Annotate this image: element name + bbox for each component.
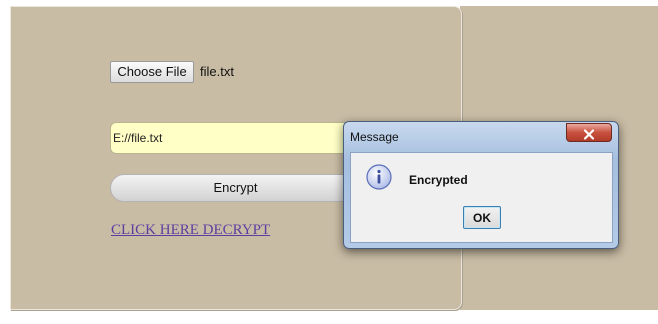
close-button[interactable] xyxy=(566,123,612,142)
ok-button[interactable]: OK xyxy=(463,206,501,229)
decrypt-link[interactable]: CLICK HERE DECRYPT xyxy=(111,221,270,239)
info-icon xyxy=(366,164,392,190)
page: Choose File file.txt Encrypt CLICK HERE … xyxy=(0,0,658,324)
selected-file-name: file.txt xyxy=(200,64,234,79)
choose-file-button[interactable]: Choose File xyxy=(110,61,194,83)
close-icon xyxy=(583,128,595,140)
dialog-body: Encrypted OK xyxy=(350,152,613,243)
file-path-input[interactable] xyxy=(110,122,360,154)
encrypt-button[interactable]: Encrypt xyxy=(110,174,360,202)
message-dialog: Message Encrypted OK xyxy=(343,121,619,249)
dialog-title: Message xyxy=(350,130,399,144)
dialog-message: Encrypted xyxy=(409,173,468,187)
